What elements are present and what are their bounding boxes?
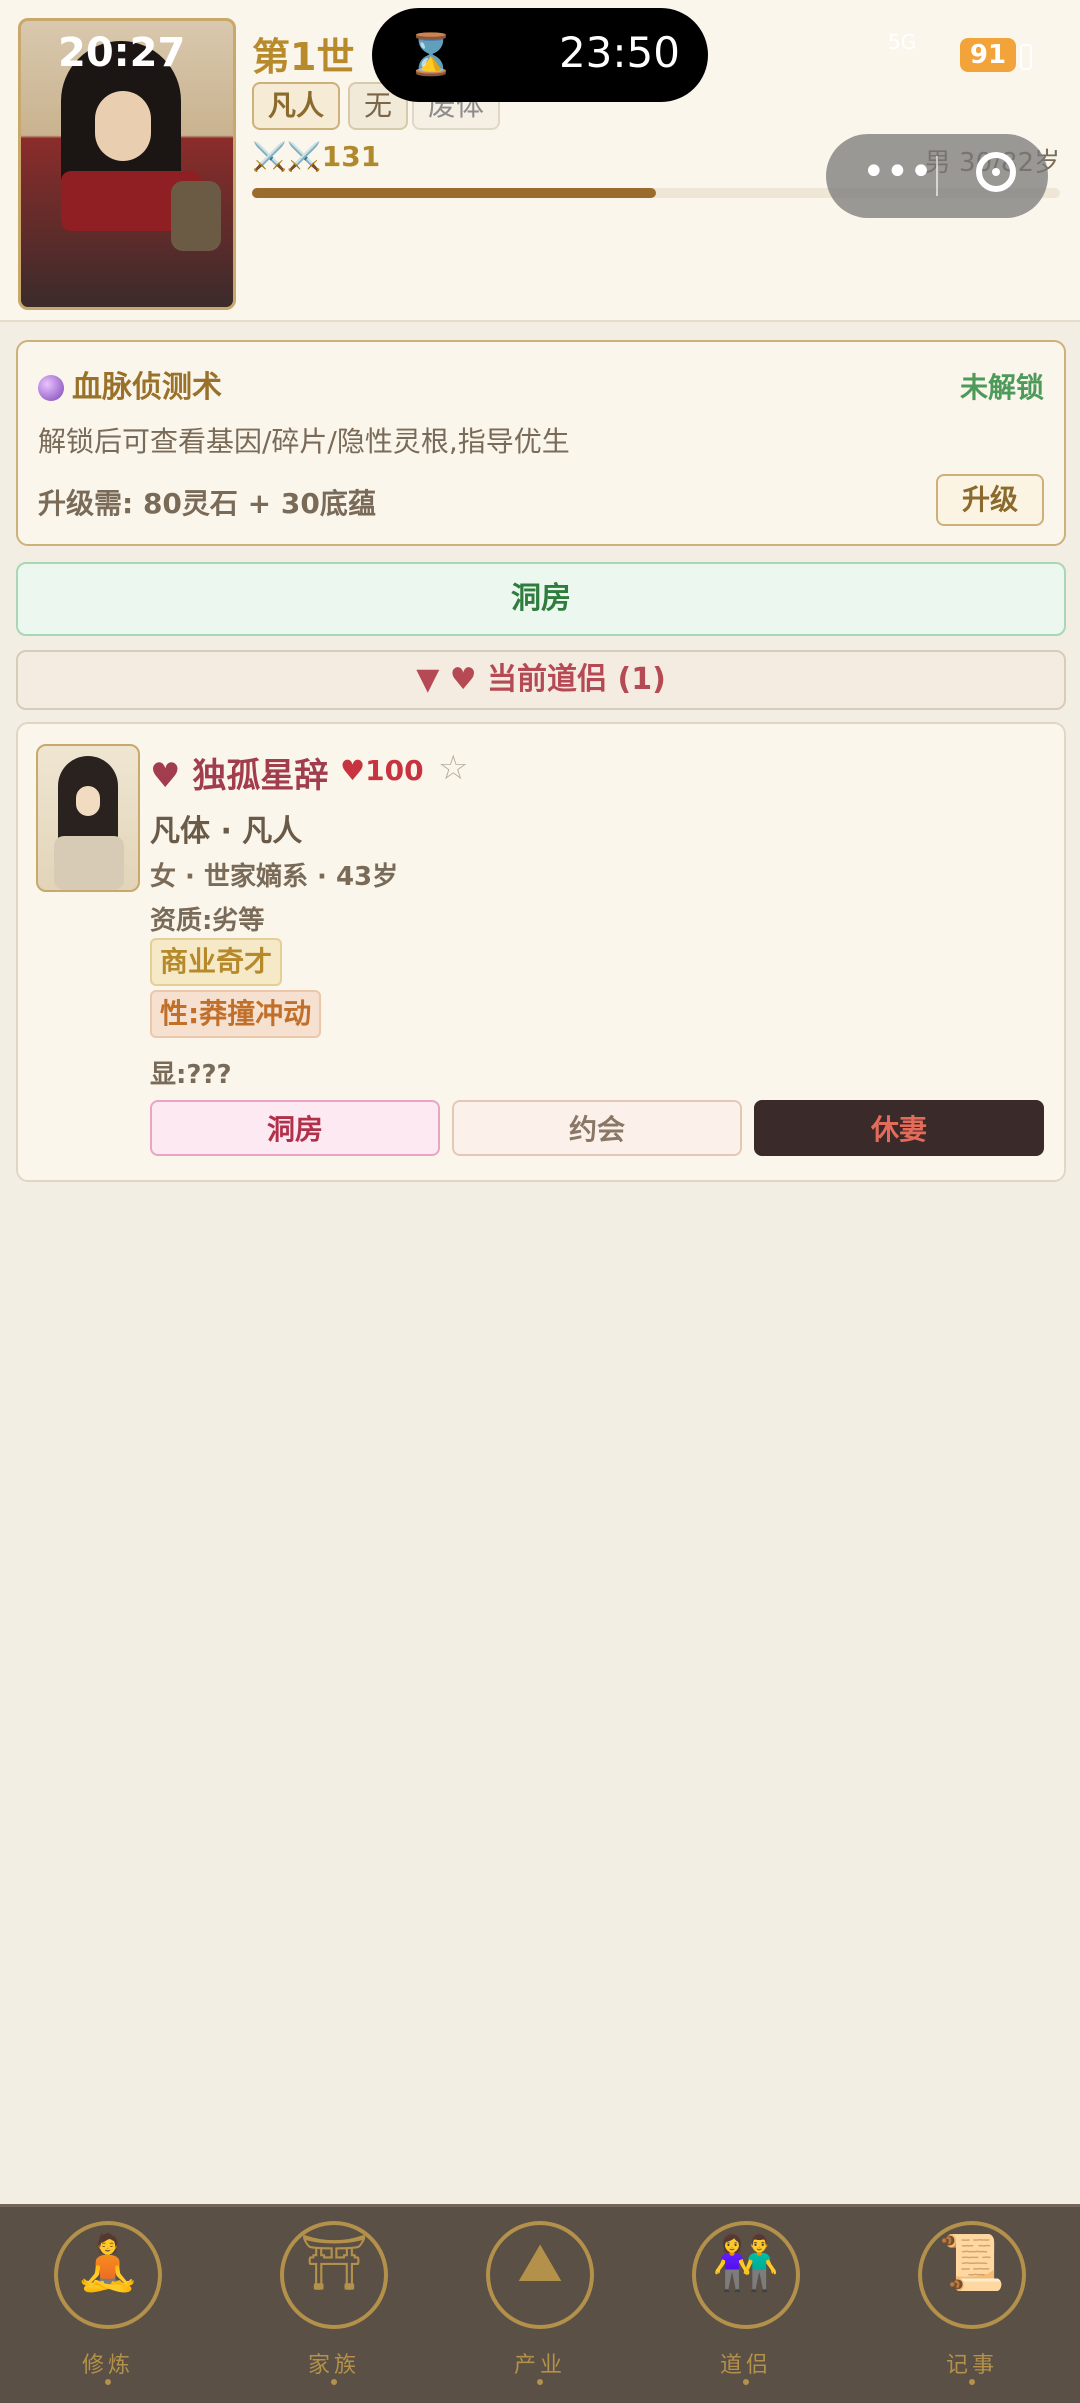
partner-info: 女 · 世家嫡系 · 43岁 <box>150 862 399 892</box>
couple-icon: 👫 <box>712 2231 780 2294</box>
lock-status: 未解锁 <box>959 371 1044 404</box>
partner-divorce-button[interactable]: 休妻 <box>754 1100 1044 1156</box>
network-signal: 5G <box>888 30 917 54</box>
crystal-ball-icon <box>38 375 64 401</box>
miniprogram-capsule[interactable]: ••• <box>826 134 1048 218</box>
partner-bridal-chamber-button[interactable]: 洞房 <box>150 1100 440 1156</box>
trait-badge-personality: 性:莽撞冲动 <box>150 990 322 1038</box>
partner-hidden-trait: 显:??? <box>150 1060 232 1090</box>
affection-value: ♥100 <box>340 754 424 787</box>
more-icon[interactable]: ••• <box>862 152 933 192</box>
badge-realm: 凡人 <box>252 82 341 130</box>
nav-item-industry[interactable]: ⛰ 产业 <box>446 2217 626 2393</box>
trait-badge-business: 商业奇才 <box>150 938 283 986</box>
status-time: 20:27 <box>58 30 186 76</box>
life-title: 第1世 <box>252 35 355 79</box>
partner-constitution: 凡体 · 凡人 <box>150 814 303 849</box>
mountain-icon: ⛰ <box>517 2231 563 2294</box>
scroll-icon: 📜 <box>938 2231 1006 2294</box>
meditation-icon: 🧘 <box>74 2231 142 2294</box>
timer-text: 23:50 <box>558 28 680 77</box>
partner-section-toggle[interactable]: ▼ ♥ 当前道侣 (1) <box>16 650 1066 710</box>
hourglass-icon: ⌛ <box>406 32 456 78</box>
capsule-divider <box>936 156 938 196</box>
combat-power: ⚔️⚔️131 <box>252 140 381 173</box>
nav-item-cultivate[interactable]: 🧘 修炼 <box>14 2217 194 2393</box>
nav-item-family[interactable]: ⛩ 家族 <box>240 2217 420 2393</box>
partner-avatar[interactable] <box>36 744 140 892</box>
heart-icon: ♥ <box>150 756 181 796</box>
pagoda-icon: ⛩ <box>299 2231 369 2294</box>
battery-icon <box>1020 44 1032 70</box>
partner-aptitude: 资质:劣等 <box>150 906 265 936</box>
close-target-icon[interactable] <box>976 152 1016 192</box>
upgrade-button[interactable]: 升级 <box>936 474 1044 526</box>
partner-name: ♥ 独孤星辞 <box>150 756 329 796</box>
bloodline-title: 血脉侦测术 <box>38 362 222 406</box>
nav-item-records[interactable]: 📜 记事 <box>878 2217 1058 2393</box>
nav-item-partner[interactable]: 👫 道侣 <box>652 2217 832 2393</box>
star-icon[interactable]: ☆ <box>438 748 468 788</box>
lifespan-progress-fill <box>252 188 656 198</box>
partner-card: ♥ 独孤星辞 ♥100 ☆ 凡体 · 凡人 女 · 世家嫡系 · 43岁 资质:… <box>16 722 1066 1182</box>
battery-level: 91 <box>960 38 1016 72</box>
bloodline-detection-panel: 血脉侦测术 未解锁 解锁后可查看基因/碎片/隐性灵根,指导优生 升级需: 80灵… <box>16 340 1066 546</box>
bloodline-description: 解锁后可查看基因/碎片/隐性灵根,指导优生 <box>38 425 570 458</box>
bottom-navigation: 🧘 修炼 ⛩ 家族 ⛰ 产业 👫 道侣 📜 记事 <box>0 2204 1080 2403</box>
bridal-chamber-button[interactable]: 洞房 <box>16 562 1066 636</box>
partner-date-button[interactable]: 约会 <box>452 1100 742 1156</box>
upgrade-cost: 升级需: 80灵石 + 30底蕴 <box>38 487 376 520</box>
dynamic-island[interactable]: ⌛ 23:50 <box>372 8 708 102</box>
